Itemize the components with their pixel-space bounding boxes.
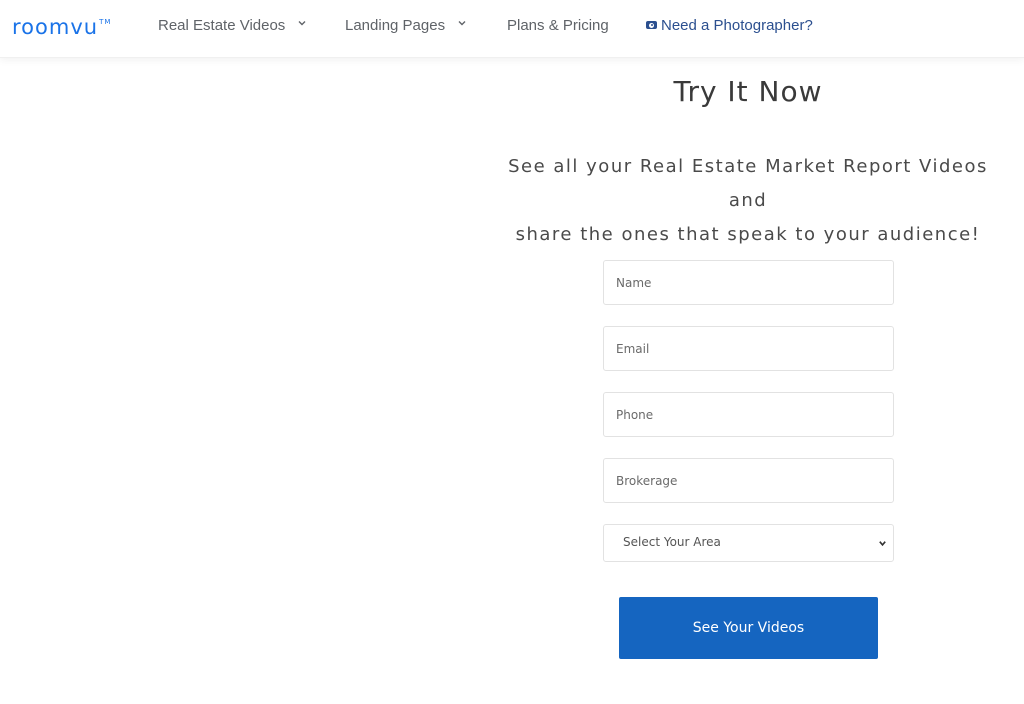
page-title: Try It Now	[673, 75, 823, 108]
chevron-down-icon	[458, 21, 466, 26]
roomvu-logo[interactable]: roomvuTM	[12, 15, 111, 44]
see-your-videos-button[interactable]: See Your Videos	[619, 597, 878, 659]
chevron-down-icon	[879, 541, 886, 547]
nav-label: Plans & Pricing	[507, 17, 609, 34]
nav-landing-pages[interactable]: Landing Pages	[345, 16, 467, 36]
phone-input[interactable]	[603, 392, 894, 437]
nav-label: Need a Photographer?	[661, 17, 813, 34]
nav-need-photographer[interactable]: Need a Photographer?	[646, 16, 813, 36]
page-subtitle: See all your Real Estate Market Report V…	[496, 150, 1000, 252]
subtitle-line: See all your Real Estate Market Report V…	[508, 156, 988, 211]
camera-icon	[646, 21, 657, 29]
top-navbar: roomvuTM Real Estate Videos Landing Page…	[0, 0, 1024, 58]
nav-label: Real Estate Videos	[158, 17, 286, 34]
nav-plans-pricing[interactable]: Plans & Pricing	[507, 16, 609, 36]
nav-label: Landing Pages	[345, 17, 446, 34]
email-input[interactable]	[603, 326, 894, 371]
trademark-mark: TM	[99, 18, 112, 26]
chevron-down-icon	[298, 21, 306, 26]
subtitle-line: share the ones that speak to your audien…	[515, 224, 981, 245]
area-select-value: Select Your Area	[623, 535, 721, 549]
nav-real-estate-videos[interactable]: Real Estate Videos	[158, 16, 307, 36]
logo-text: roomvu	[12, 15, 99, 39]
brokerage-input[interactable]	[603, 458, 894, 503]
area-select[interactable]: Select Your Area	[603, 524, 894, 562]
name-input[interactable]	[603, 260, 894, 305]
